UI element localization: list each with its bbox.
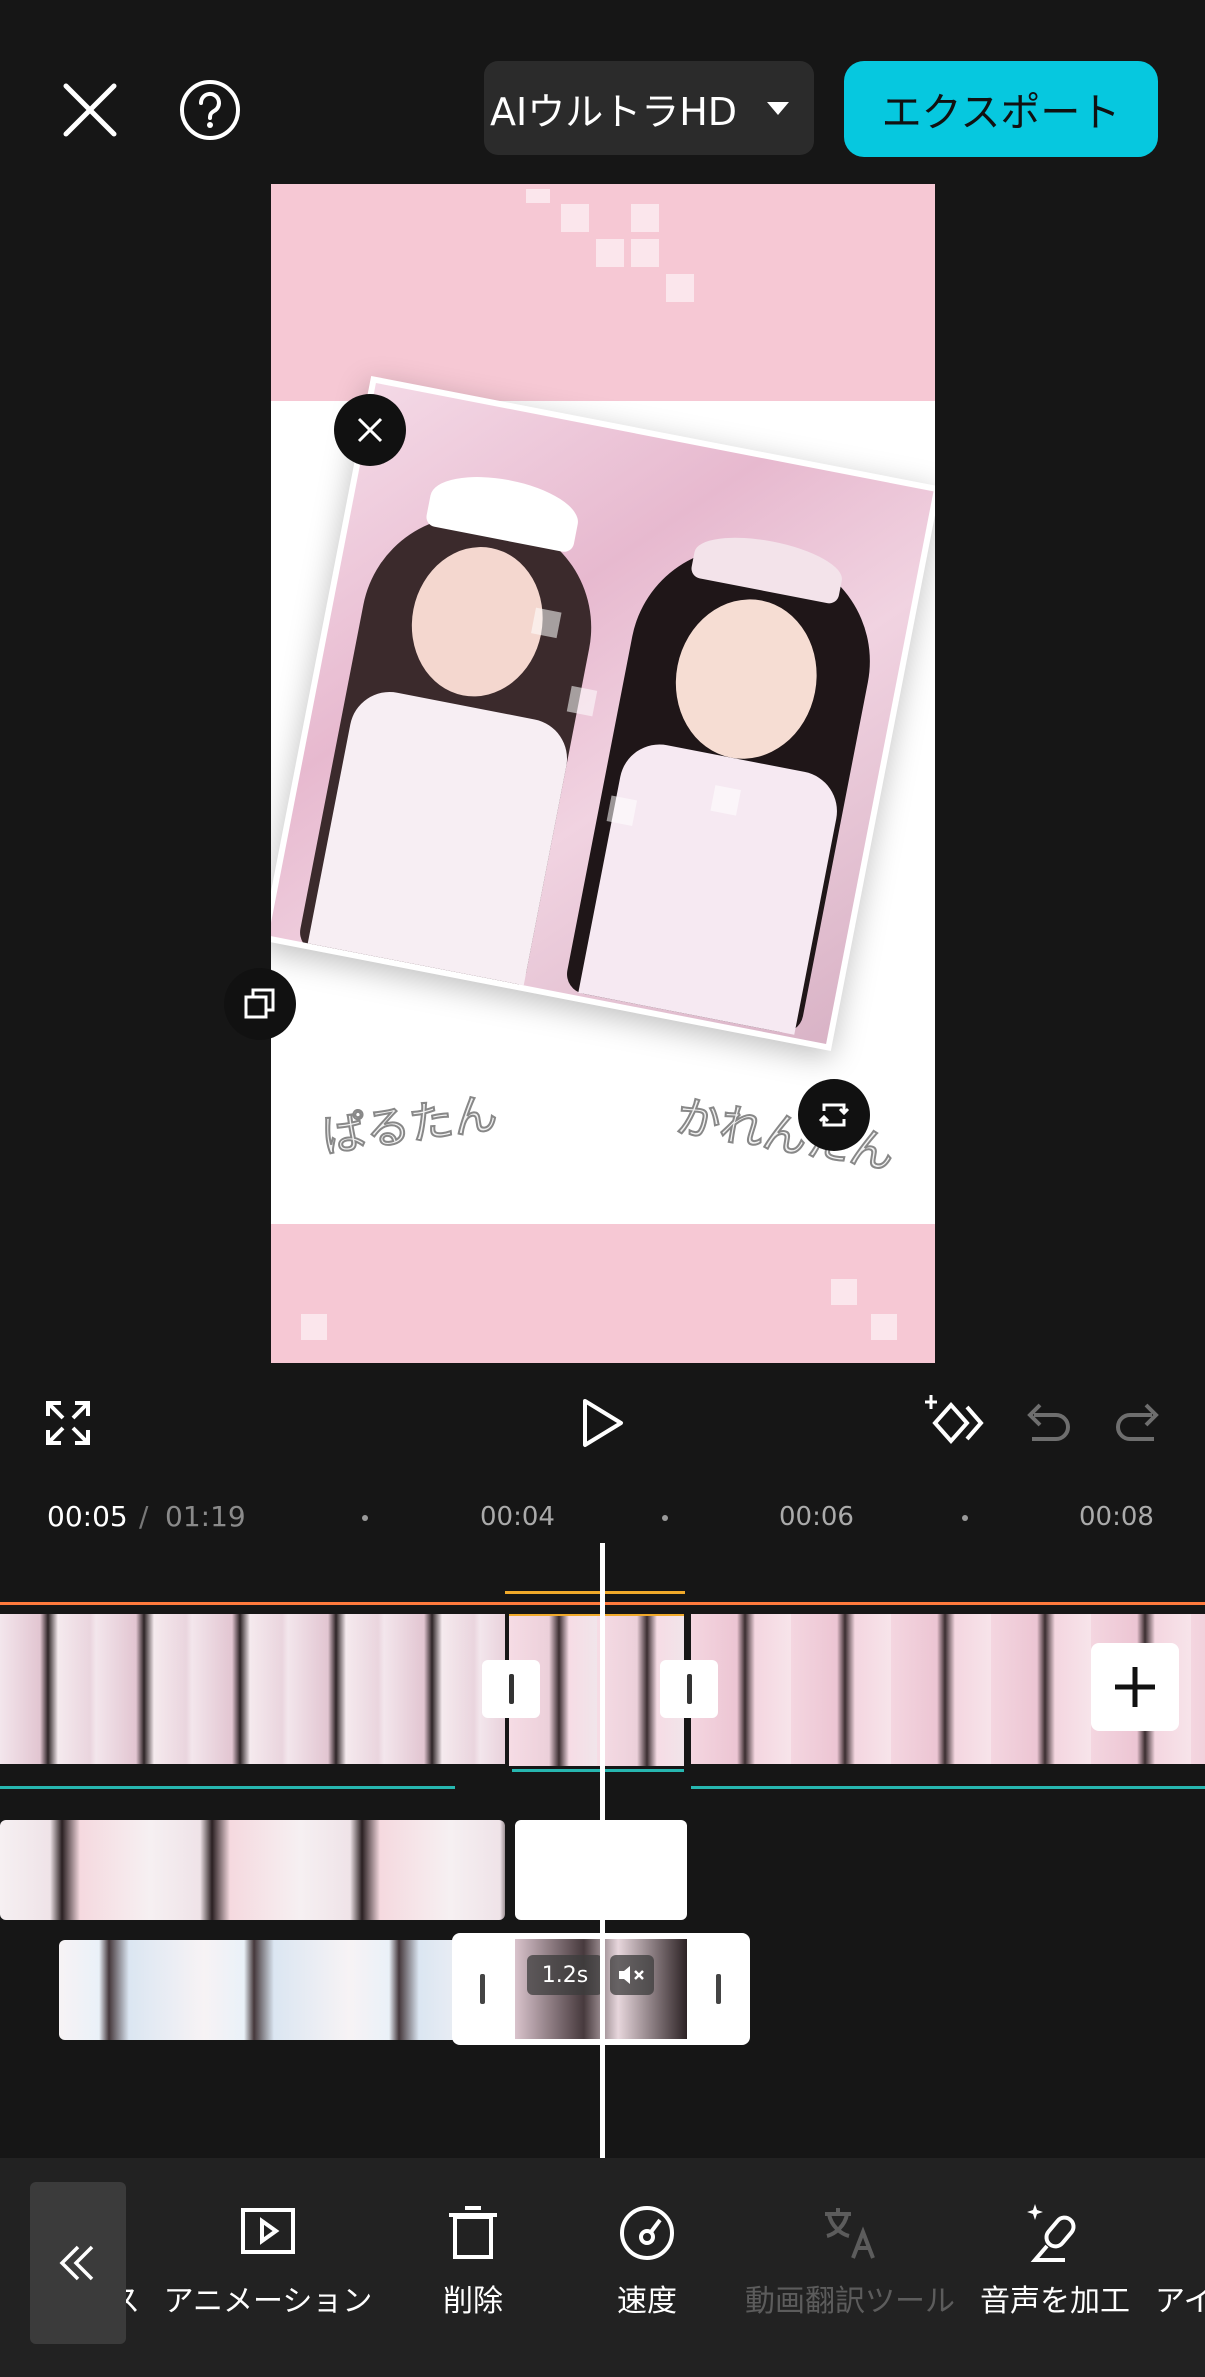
chevron-down-icon [767, 101, 790, 115]
overlay-clip[interactable] [59, 1940, 459, 2040]
keyframe-add-icon [925, 1395, 984, 1445]
time-separator: / [139, 1500, 149, 1533]
bottom-toolbar: ス アニメーション 削除 [0, 2158, 1205, 2377]
fullscreen-icon [46, 1401, 90, 1445]
clip-duration: 1.2s [527, 1955, 603, 1995]
undo-icon [1027, 1403, 1070, 1441]
close-icon [63, 83, 117, 137]
total-time: 01:19 [165, 1500, 246, 1533]
quality-label: AIウルトラHD [490, 89, 738, 134]
ruler-label: 00:06 [779, 1502, 854, 1532]
speed-icon [620, 2206, 674, 2260]
play-icon [583, 1399, 623, 1447]
toolbar-item-video-translate[interactable]: 動画翻訳ツール [745, 2158, 955, 2377]
photo-sticker[interactable] [271, 375, 935, 1052]
rotate-icon [818, 1103, 850, 1127]
delete-icon [449, 2206, 497, 2259]
ruler-dot [362, 1515, 368, 1521]
fullscreen-button[interactable] [40, 1395, 96, 1451]
video-clip[interactable] [0, 1614, 505, 1764]
redo-button[interactable] [1110, 1395, 1166, 1451]
playhead[interactable] [600, 1543, 605, 2158]
translate-icon [825, 2208, 875, 2259]
collapse-icon [59, 2245, 94, 2281]
toolbar-item-voice-effect[interactable]: 音声を加工 [975, 2158, 1135, 2377]
play-button[interactable] [575, 1395, 631, 1451]
mute-button[interactable] [610, 1955, 654, 1995]
signature-left: ぱるたん [318, 1087, 501, 1164]
audio-marker [691, 1786, 1205, 1789]
collapse-toolbar-button[interactable] [30, 2182, 126, 2344]
remove-sticker-button[interactable] [334, 394, 406, 466]
toolbar-item-partial[interactable]: アイ [1155, 2158, 1205, 2377]
export-button[interactable]: エクスポート [844, 61, 1158, 157]
toolbar-item-speed[interactable]: 速度 [587, 2158, 707, 2377]
trim-handle-right[interactable] [716, 1974, 721, 2004]
ruler-label: 00:08 [1079, 1502, 1154, 1532]
help-button[interactable] [170, 70, 250, 150]
current-time: 00:05 [47, 1500, 128, 1533]
overlay-clip[interactable] [0, 1820, 505, 1920]
duplicate-sticker-button[interactable] [224, 968, 296, 1040]
transition-handle[interactable] [482, 1660, 540, 1718]
add-clip-icon [1115, 1667, 1155, 1707]
rotate-scale-handle[interactable] [798, 1079, 870, 1151]
add-keyframe-button[interactable] [925, 1390, 991, 1456]
close-icon [357, 417, 383, 443]
voice-effect-icon [1027, 2204, 1076, 2262]
background-band-bottom [271, 1224, 935, 1363]
redo-icon [1116, 1403, 1159, 1441]
add-clip-button[interactable] [1091, 1643, 1179, 1731]
copy-icon [244, 988, 275, 1019]
audio-marker [512, 1769, 684, 1772]
ruler-dot [962, 1515, 968, 1521]
toolbar-item-delete[interactable]: 削除 [413, 2158, 533, 2377]
ruler-label: 00:04 [480, 1502, 555, 1532]
toolbar-item-animation[interactable]: アニメーション [163, 2158, 373, 2377]
quality-selector[interactable]: AIウルトラHD [484, 61, 814, 155]
transition-handle[interactable] [660, 1660, 718, 1718]
help-icon [180, 80, 240, 140]
audio-marker [0, 1786, 455, 1789]
selection-indicator [505, 1591, 685, 1594]
animation-icon [241, 2208, 295, 2254]
close-button[interactable] [50, 70, 130, 150]
mute-icon [619, 1966, 644, 1984]
undo-button[interactable] [1020, 1395, 1076, 1451]
trim-handle-left[interactable] [480, 1974, 485, 2004]
photo-image [271, 382, 934, 1045]
background-band-top [271, 184, 935, 401]
video-preview[interactable]: ぱるたん かれんたん [271, 184, 935, 1363]
ruler-dot [662, 1515, 668, 1521]
